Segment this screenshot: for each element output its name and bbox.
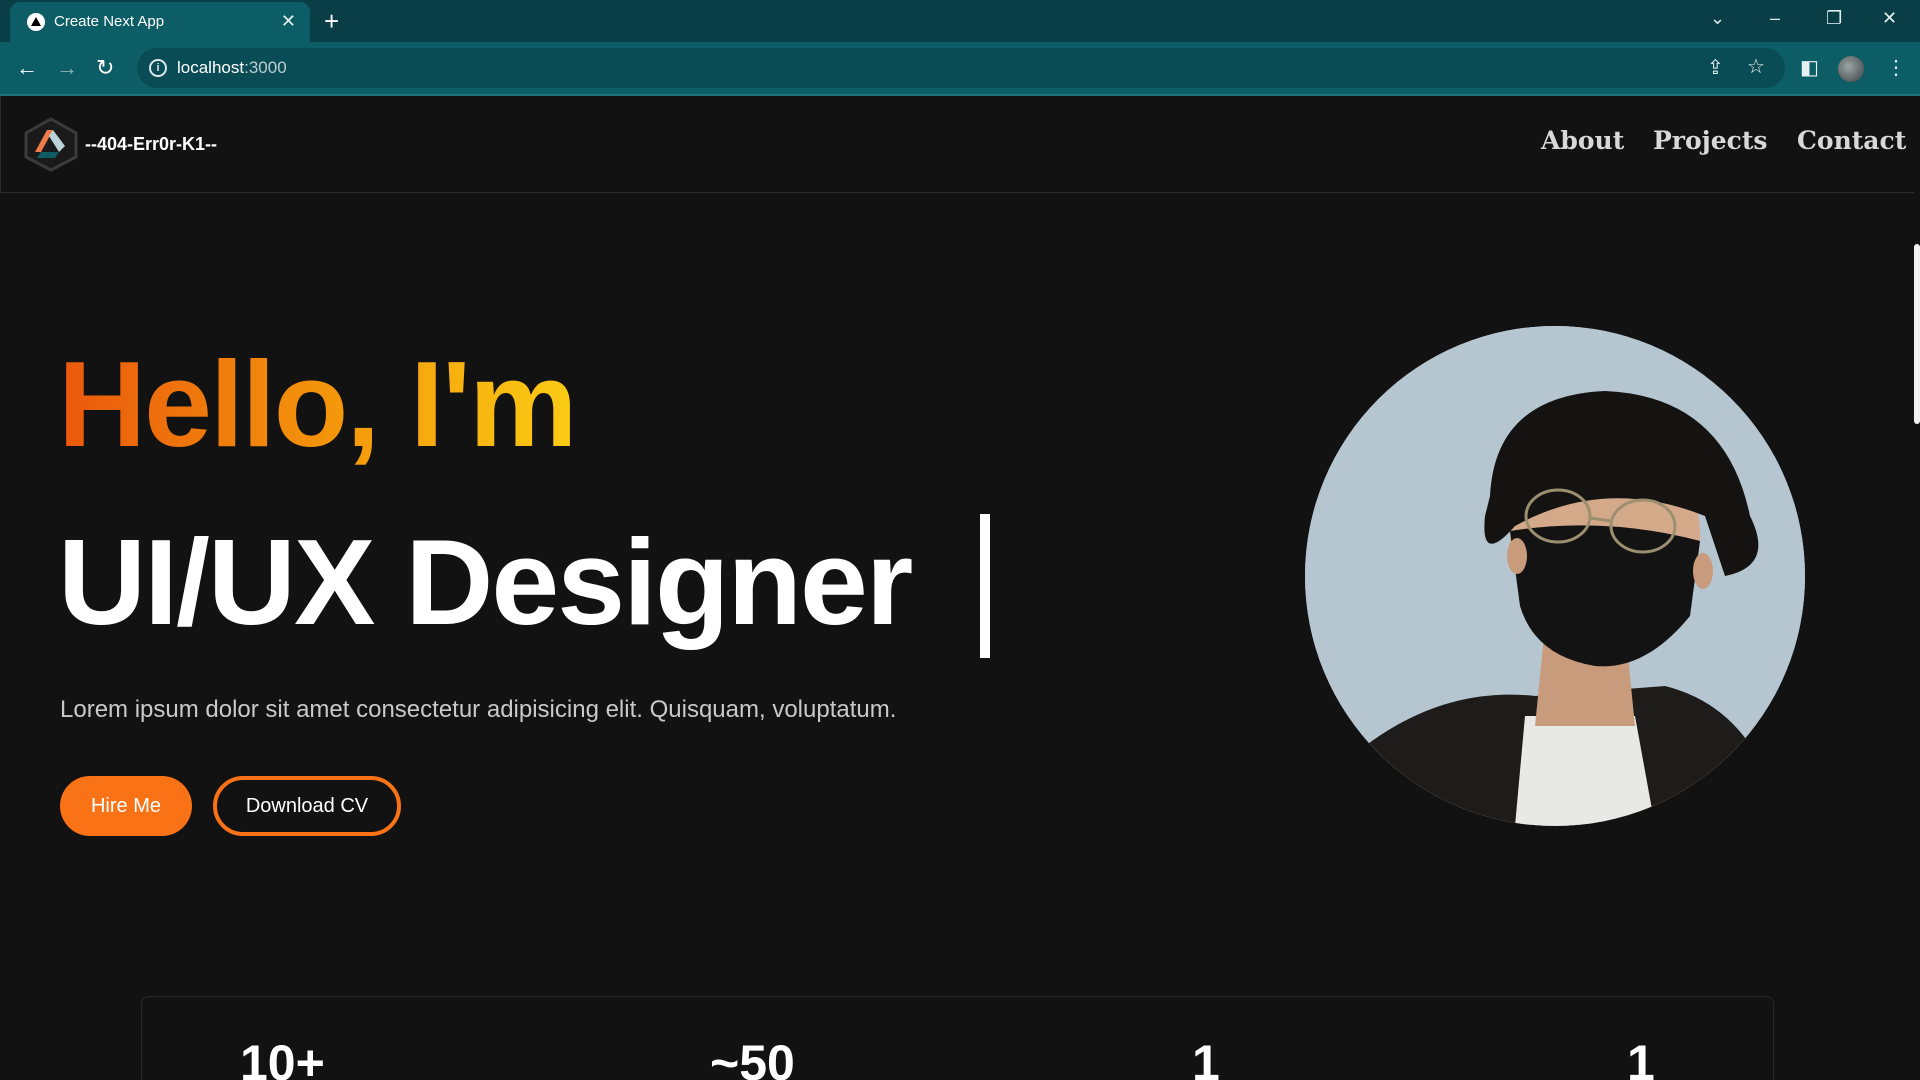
nav-link-projects[interactable]: Projects [1653,126,1767,155]
download-cv-button[interactable]: Download CV [213,776,401,836]
reload-icon[interactable]: ↻ [96,55,114,81]
site-logo-icon[interactable] [21,116,81,172]
stat-value: 1 [1627,1035,1655,1080]
address-bar[interactable]: i localhost:3000 ⇪ ☆ [137,48,1785,88]
profile-photo [1305,326,1805,826]
tab-close-icon[interactable]: ✕ [281,11,296,31]
browser-menu-icon[interactable]: ⋮ [1886,56,1906,80]
page-scrollbar-thumb[interactable] [1914,244,1920,424]
browser-tab-strip: Create Next App ✕ + ⌄ – ❐ ✕ [0,0,1920,42]
window-close-icon[interactable]: ✕ [1882,6,1897,30]
profile-avatar[interactable] [1838,56,1864,82]
hire-me-button[interactable]: Hire Me [60,776,192,836]
stat-value: ~50 [710,1035,795,1080]
side-panel-icon[interactable]: ◧ [1800,56,1819,80]
site-brand[interactable]: --404-Err0r-K1-- [85,134,217,155]
url-host: localhost [177,58,245,77]
nav-link-contact[interactable]: Contact [1797,126,1906,155]
minimize-icon[interactable]: – [1770,6,1780,30]
tab-search-chevron-icon[interactable]: ⌄ [1710,6,1725,30]
new-tab-icon[interactable]: + [324,6,339,36]
stats-panel: 10+ ~50 1 1 [141,996,1774,1080]
person-portrait-icon [1305,326,1805,826]
hero-greeting: Hello, I'm [58,336,577,472]
browser-toolbar: ← → ↻ i localhost:3000 ⇪ ☆ ◧ ⋮ [0,42,1920,96]
bookmark-star-icon[interactable]: ☆ [1747,55,1765,79]
address-url[interactable]: localhost:3000 [177,58,287,78]
url-port: :3000 [244,58,287,77]
restore-icon[interactable]: ❐ [1826,6,1842,30]
share-icon[interactable]: ⇪ [1707,56,1724,80]
site-info-icon[interactable]: i [149,59,167,77]
tab-title: Create Next App [54,13,165,30]
stat-value: 10+ [240,1035,325,1080]
stat-value: 1 [1192,1035,1220,1080]
forward-icon[interactable]: → [56,55,78,81]
typing-cursor [980,514,990,658]
browser-tab[interactable]: Create Next App ✕ [10,2,310,42]
nav-link-about[interactable]: About [1541,126,1624,155]
hero-role: UI/UX Designer [58,514,913,650]
site-navbar: --404-Err0r-K1-- About Projects Contact [0,96,1916,193]
back-icon[interactable]: ← [16,55,38,81]
hero-tagline: Lorem ipsum dolor sit amet consectetur a… [60,696,897,723]
page-viewport: --404-Err0r-K1-- About Projects Contact … [0,96,1920,1080]
nextjs-favicon-icon [27,13,45,31]
